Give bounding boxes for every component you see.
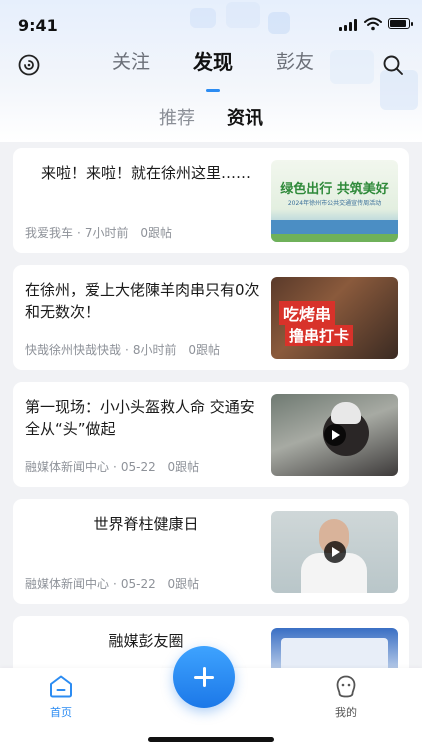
nav-mine-label: 我的 [335,706,357,719]
search-icon[interactable] [378,50,408,80]
news-title: 融媒彭友圈 [108,632,184,650]
home-indicator [148,737,274,742]
news-video-thumbnail[interactable] [271,394,398,476]
news-title: 在徐州，爱上大佬陳羊肉串只有0次和无数次！ [25,281,260,321]
tab-friends-label: 彭友 [275,51,314,73]
tab-friends[interactable]: 彭友 [270,50,320,86]
nav-home-label: 首页 [50,706,72,719]
news-comments: 0跟帖 [167,460,200,474]
news-title: 第一现场：小小头盔救人命 交通安全从“头”做起 [25,398,255,438]
news-source: 融媒体新闻中心 [25,577,110,591]
home-icon [50,675,72,698]
news-thumbnail: 吃烤串 撸串打卡 [271,277,398,359]
news-comments: 0跟帖 [188,343,220,357]
thumbnail-caption: 2024年徐州市公共交通宣传周活动 [287,200,382,207]
news-time: 05-22 [120,577,156,591]
tab-follow[interactable]: 关注 [106,50,156,86]
news-source: 快哉徐州快哉快哉 [25,343,122,357]
create-post-button[interactable] [173,646,235,708]
tab-discover[interactable]: 发现 [187,50,239,92]
news-meta: 快哉徐州快哉快哉 · 8小时前 0跟帖 [25,343,220,357]
news-time: 7小时前 [84,226,129,240]
news-card[interactable]: 世界脊柱健康日 融媒体新闻中心 · 05-22 0跟帖 [13,499,409,604]
play-icon [323,541,346,563]
thumbnail-screen [281,638,388,668]
thumbnail-caption: 撸串打卡 [285,325,354,346]
news-thumbnail: 绿色出行 共筑美好 2024年徐州市公共交通宣传周活动 [271,160,398,242]
active-tab-indicator [206,89,220,92]
thumbnail-road [271,220,398,234]
news-card[interactable]: 第一现场：小小头盔救人命 交通安全从“头”做起 融媒体新闻中心 · 05-22 0跟… [13,382,409,487]
thumbnail-grass [271,234,398,242]
plus-icon [203,667,206,687]
cellular-signal-icon [339,19,359,31]
battery-icon [388,18,413,29]
news-source: 融媒体新闻中心 [25,460,110,474]
checkin-ring-icon[interactable] [14,50,44,80]
nav-mine[interactable]: 我的 [316,674,376,720]
news-comments: 0跟帖 [140,226,172,240]
tab-follow-label: 关注 [112,51,151,73]
subtab-recommend[interactable]: 推荐 [159,104,195,134]
thumbnail-helmet [331,402,361,424]
thumbnail-headline: 吃烤串 [279,301,336,325]
profile-ghost-icon [336,675,356,698]
news-comments: 0跟帖 [167,577,200,591]
news-video-thumbnail[interactable] [271,511,398,593]
news-title: 世界脊柱健康日 [93,515,199,533]
status-time: 9:41 [18,16,58,35]
subtab-news[interactable]: 资讯 [227,104,263,134]
top-navigation: 关注 发现 彭友 [0,44,422,92]
news-feed[interactable]: 来啦！来啦！就在徐州这里…… 我爱我车 · 7小时前 0跟帖 绿色出行 共筑美好 2… [0,142,422,668]
news-meta: 我爱我车 · 7小时前 0跟帖 [25,226,172,240]
top-tabs: 关注 发现 彭友 [106,50,320,92]
thumbnail-headline: 绿色出行 共筑美好 [280,182,389,197]
news-time: 8小时前 [132,343,177,357]
play-icon [323,424,346,446]
news-source: 我爱我车 [25,226,74,240]
news-card[interactable]: 在徐州，爱上大佬陳羊肉串只有0次和无数次！ 快哉徐州快哉快哉 · 8小时前 0跟帖 … [13,265,409,370]
status-bar: 9:41 [0,0,422,44]
tab-discover-label: 发现 [193,50,233,74]
news-title: 来啦！来啦！就在徐州这里…… [40,164,251,182]
nav-home[interactable]: 首页 [31,674,91,720]
news-meta: 融媒体新闻中心 · 05-22 0跟帖 [25,577,200,591]
news-meta: 融媒体新闻中心 · 05-22 0跟帖 [25,460,200,474]
news-thumbnail [271,628,398,668]
wifi-icon [364,17,382,31]
sub-tabs: 推荐 资讯 [0,104,422,134]
news-time: 05-22 [120,460,156,474]
news-card[interactable]: 来啦！来啦！就在徐州这里…… 我爱我车 · 7小时前 0跟帖 绿色出行 共筑美好 2… [13,148,409,253]
